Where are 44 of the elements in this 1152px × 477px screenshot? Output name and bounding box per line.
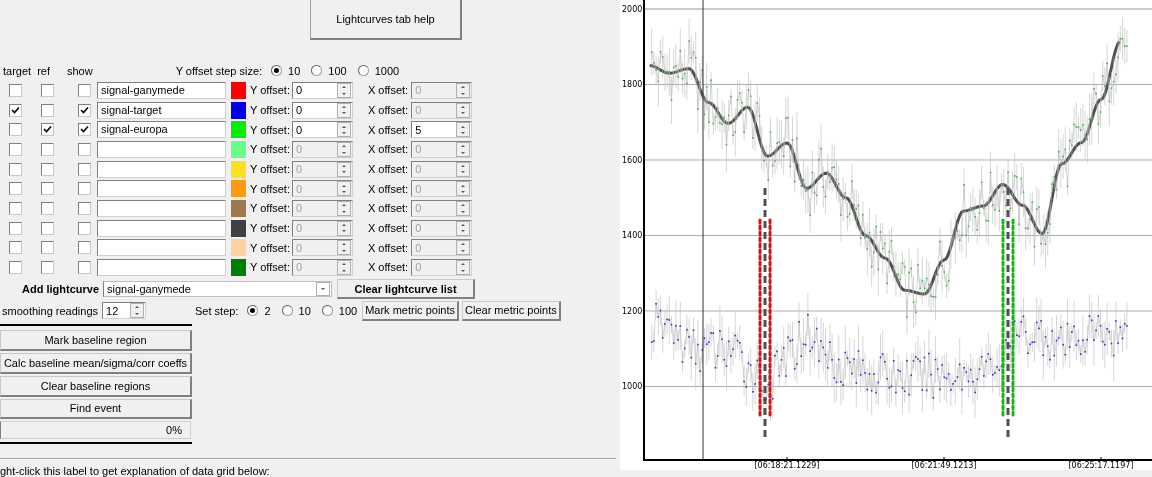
field-label: Y offset: [250, 104, 290, 117]
field-label: Y offset: [250, 182, 290, 195]
column-header: target [3, 64, 32, 77]
field-label: Y offset: [250, 84, 290, 97]
field-label: X offset: [367, 241, 409, 254]
column-header: show [67, 64, 93, 77]
field-label: Y offset: [250, 241, 290, 254]
field-label: X offset: [367, 182, 409, 195]
field-label: Y offset: [250, 202, 290, 215]
field-label: X offset: [367, 163, 409, 176]
axis-tick-label: 1000 [622, 382, 643, 392]
axis-tick-label: [06:18:21.1229] [754, 461, 820, 470]
axis-tick-label: 2000 [622, 5, 643, 14]
axis-tick-label: [06:25:17.1197] [1068, 461, 1134, 470]
axis-tick-label: 1800 [622, 80, 643, 90]
radio-label: 100 [338, 304, 358, 317]
field-label: X offset: [367, 143, 409, 156]
field-label: Y offset: [250, 222, 290, 235]
smoothing-label: smoothing readings [2, 304, 98, 317]
field-label: Y offset: [250, 123, 290, 136]
field-label: Y offset: [250, 143, 290, 156]
field-label: X offset: [367, 261, 409, 274]
axis-tick-label: 1600 [622, 156, 643, 165]
radio-label: 10 [288, 64, 301, 77]
field-label: X offset: [367, 123, 409, 136]
add-lightcurve-label: Add lightcurve [22, 283, 99, 296]
field-label: X offset: [367, 222, 409, 235]
axis-tick-label: 1400 [622, 231, 643, 241]
axis-tick-label: [06:21:49.1213] [911, 461, 977, 470]
axis-tick-label: 1200 [622, 307, 643, 316]
field-label: X offset: [367, 84, 409, 97]
radio-label: 100 [328, 64, 347, 77]
field-label: Y offset: [250, 261, 290, 274]
step-size-label: Y offset step size: [175, 64, 263, 77]
column-header: ref [37, 64, 50, 77]
radio-label: 1000 [374, 64, 400, 77]
field-label: Y offset: [250, 163, 290, 176]
radio-label: 2 [264, 304, 271, 317]
field-label: X offset: [367, 104, 409, 117]
set-step-label: Set step: [195, 304, 239, 317]
radio-label: 10 [298, 304, 311, 317]
field-label: X offset: [367, 202, 409, 215]
progress-reading: 0% [166, 424, 182, 437]
grid-hint-label: ght-click this label to get explanation of data grid below: [0, 463, 271, 477]
